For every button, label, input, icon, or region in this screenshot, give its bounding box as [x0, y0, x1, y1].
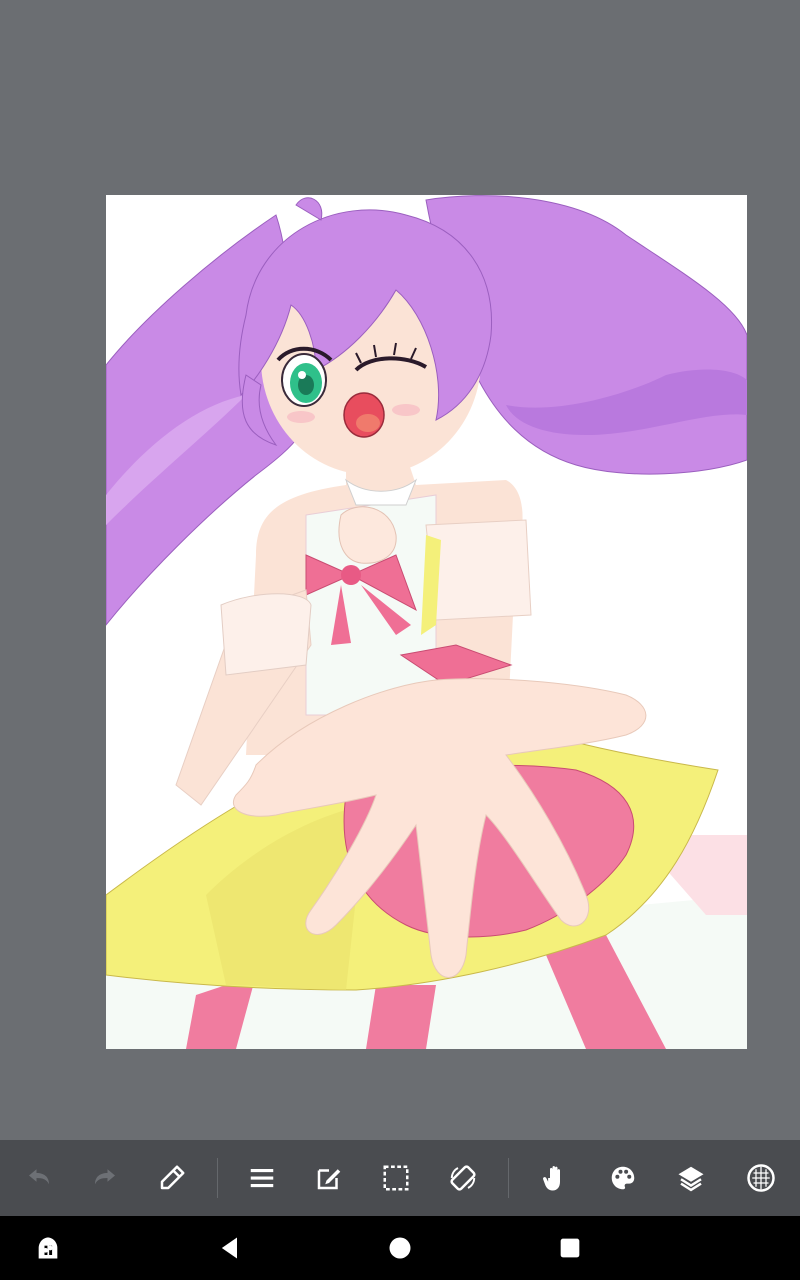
artwork-illustration: [106, 195, 747, 1049]
eyedropper-button[interactable]: [149, 1155, 195, 1201]
edit-button[interactable]: [306, 1155, 352, 1201]
back-button[interactable]: [212, 1230, 248, 1266]
edit-icon: [317, 1169, 341, 1190]
toolbar-separator: [217, 1158, 218, 1198]
hand-tool-button[interactable]: [532, 1155, 578, 1201]
rotate-screen-icon: [450, 1165, 476, 1191]
rotate-button[interactable]: [440, 1155, 486, 1201]
pen-settings-button[interactable]: [30, 1230, 66, 1266]
recents-button[interactable]: [552, 1230, 588, 1266]
palette-icon: [611, 1166, 635, 1190]
home-button[interactable]: [382, 1230, 418, 1266]
layers-button[interactable]: [668, 1155, 714, 1201]
hamburger-menu-icon: [250, 1168, 274, 1188]
undo-icon: [29, 1169, 49, 1185]
pen-settings-icon: [38, 1237, 58, 1259]
home-icon: [389, 1237, 411, 1259]
toolbar-separator: [508, 1158, 509, 1198]
undo-button[interactable]: [16, 1155, 62, 1201]
selection-button[interactable]: [373, 1155, 419, 1201]
hand-tool-icon: [543, 1165, 560, 1191]
back-icon: [221, 1237, 237, 1259]
layers-icon: [678, 1166, 704, 1192]
materials-button[interactable]: [738, 1155, 784, 1201]
drawing-workspace[interactable]: [0, 0, 800, 1140]
eyedropper-icon: [160, 1165, 185, 1190]
system-navigation-bar: [0, 1216, 800, 1280]
palette-button[interactable]: [600, 1155, 646, 1201]
recents-icon: [560, 1238, 580, 1258]
menu-button[interactable]: [239, 1155, 285, 1201]
redo-icon: [95, 1169, 115, 1185]
redo-button[interactable]: [82, 1155, 128, 1201]
selection-icon: [383, 1165, 409, 1191]
bottom-toolbar: [0, 1140, 800, 1216]
drawing-canvas[interactable]: [106, 195, 747, 1049]
materials-icon: [747, 1164, 775, 1192]
